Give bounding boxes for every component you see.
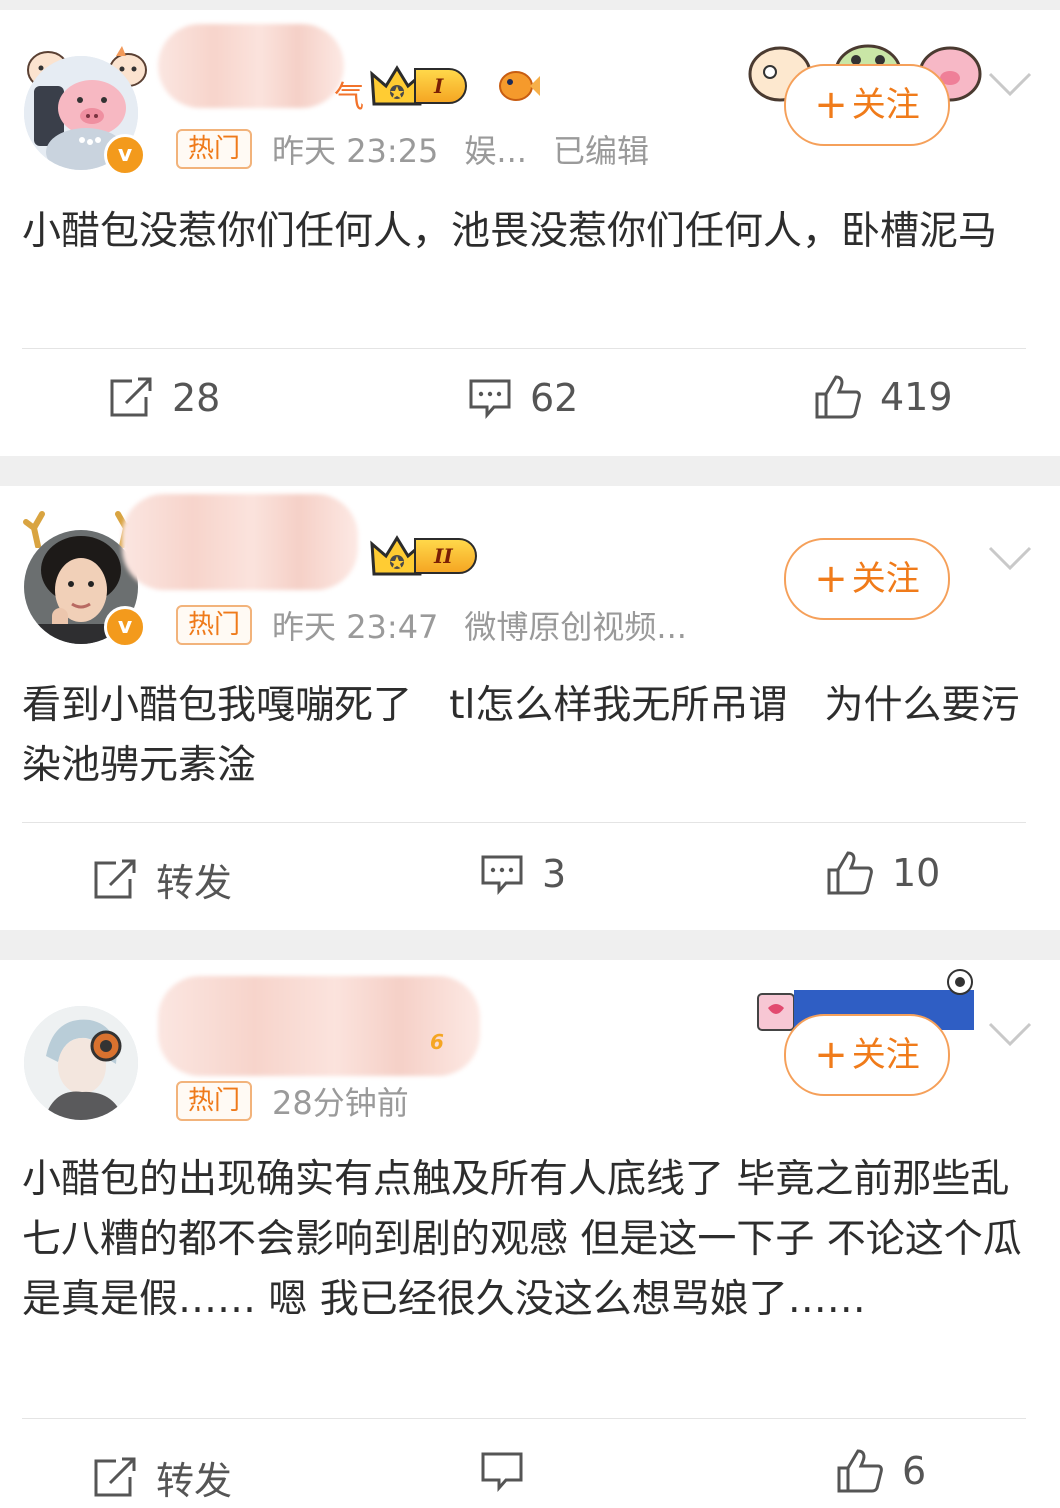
like-icon — [815, 375, 861, 419]
post-time: 28分钟前 — [272, 1084, 409, 1122]
like-action[interactable]: 10 — [826, 850, 940, 896]
share-icon — [94, 1457, 136, 1496]
post-card-3: 6 + 关注 热门 28分钟前 小醋包的出现确实有点触及所有人底线了 毕竟之前那… — [0, 960, 1060, 1508]
comment-action[interactable]: 3 — [480, 852, 566, 896]
username-fragment: 气 — [334, 80, 364, 115]
like-count: 419 — [880, 375, 953, 419]
level-label: II — [414, 538, 477, 574]
comment-icon — [469, 379, 511, 419]
post-time: 昨天 23:25 — [272, 132, 439, 170]
chevron-down-icon[interactable] — [988, 72, 1032, 98]
level-label: I — [414, 68, 468, 104]
like-icon — [837, 1449, 883, 1493]
divider — [22, 1418, 1026, 1419]
chevron-down-icon[interactable] — [988, 546, 1032, 572]
follow-button[interactable]: + 关注 — [784, 538, 950, 620]
repost-label: 转发 — [156, 861, 233, 905]
post-content[interactable]: 看到小醋包我嘎嘣死了 tl怎么样我无所吊谓 为什么要污染池骋元素淦 — [22, 676, 1032, 796]
edited-label: 已编辑 — [552, 132, 649, 170]
post-source[interactable]: 微博原创视频... — [464, 602, 687, 648]
repost-action[interactable]: 转发 — [92, 852, 232, 907]
post-meta: 热门 昨天 23:47 微博原创视频... — [176, 602, 687, 648]
fish-badge-icon — [499, 71, 540, 101]
like-action[interactable]: 419 — [814, 374, 953, 420]
post-meta: 热门 昨天 23:25 娱... 已编辑 — [176, 126, 649, 172]
repost-count: 28 — [172, 376, 221, 420]
comment-action[interactable] — [480, 1450, 542, 1492]
post-time: 昨天 23:47 — [272, 608, 439, 646]
follow-label: 关注 — [851, 1035, 920, 1075]
divider — [22, 348, 1026, 349]
share-icon — [94, 859, 136, 898]
level-badge: I — [370, 65, 468, 106]
avatar-image — [24, 1006, 138, 1120]
level-badge: 6 — [430, 1024, 444, 1060]
level-label: 6 — [430, 1030, 444, 1054]
like-count: 6 — [902, 1449, 927, 1493]
post-card-2: v II + 关注 热门 昨天 23:47 微博原创视频... 看到小醋包我嘎嘣… — [0, 486, 1060, 930]
comment-count: 3 — [542, 852, 567, 896]
hot-badge: 热门 — [176, 129, 253, 169]
plus-icon: + — [814, 1032, 848, 1078]
comment-action[interactable]: 62 — [468, 376, 578, 420]
like-action[interactable]: 6 — [836, 1448, 926, 1494]
share-icon — [110, 377, 152, 417]
comment-icon — [481, 855, 523, 895]
follow-label: 关注 — [851, 85, 920, 125]
plus-icon: + — [814, 556, 848, 602]
repost-action[interactable]: 转发 — [92, 1450, 232, 1505]
divider — [22, 822, 1026, 823]
follow-button[interactable]: + 关注 — [784, 64, 950, 146]
like-count: 10 — [892, 851, 941, 895]
verified-badge-icon: v — [104, 134, 146, 176]
comment-icon — [481, 1452, 523, 1492]
post-meta: 热门 28分钟前 — [176, 1078, 409, 1124]
post-card-1: v 气 I + 关注 热门 昨天 23:25 娱... 已编辑 小醋包没惹你们任… — [0, 10, 1060, 456]
plus-icon: + — [814, 82, 848, 128]
avatar[interactable] — [24, 1006, 138, 1120]
like-icon — [827, 851, 873, 895]
level-badge: II — [370, 535, 477, 576]
repost-action[interactable]: 28 — [108, 376, 220, 420]
hot-badge: 热门 — [176, 1081, 253, 1121]
comment-count: 62 — [530, 376, 579, 420]
username-blurred[interactable] — [122, 494, 358, 590]
hot-badge: 热门 — [176, 605, 253, 645]
username-blurred[interactable] — [158, 24, 344, 108]
post-source[interactable]: 娱... — [464, 126, 527, 172]
verified-badge-icon: v — [104, 606, 146, 648]
post-content[interactable]: 小醋包的出现确实有点触及所有人底线了 毕竟之前那些乱七八糟的都不会影响到剧的观感… — [22, 1150, 1032, 1330]
repost-label: 转发 — [156, 1459, 233, 1503]
follow-button[interactable]: + 关注 — [784, 1014, 950, 1096]
chevron-down-icon[interactable] — [988, 1022, 1032, 1048]
post-content[interactable]: 小醋包没惹你们任何人，池畏没惹你们任何人，卧槽泥马 — [22, 202, 1032, 262]
follow-label: 关注 — [851, 559, 920, 599]
